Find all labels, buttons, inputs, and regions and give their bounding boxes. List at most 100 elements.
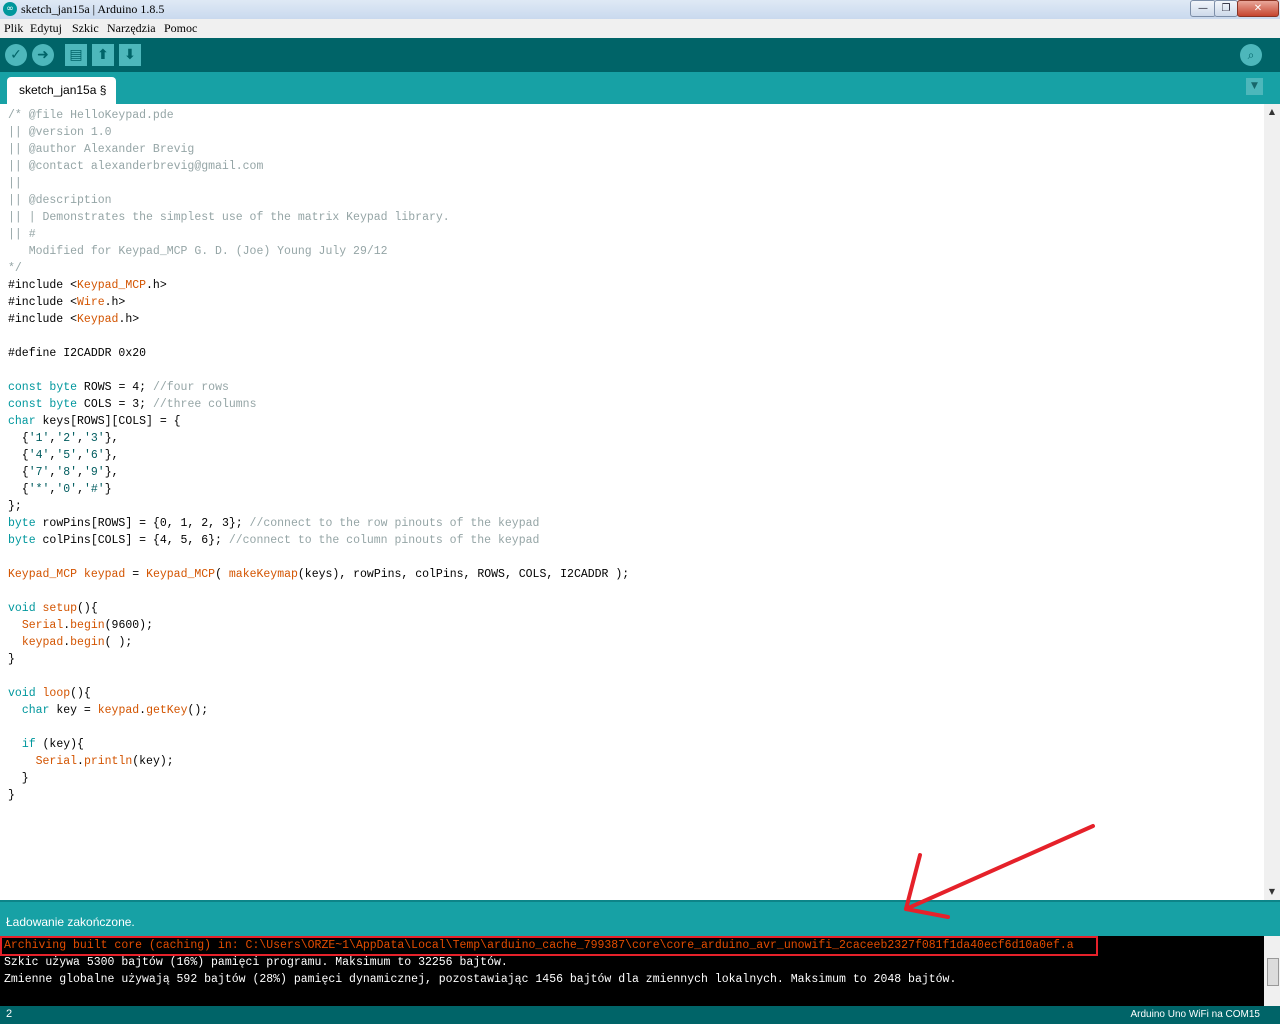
- tab-sketch[interactable]: sketch_jan15a §: [7, 77, 116, 104]
- code-token: makeKeymap: [228, 568, 298, 581]
- code-token: keypad: [21, 636, 64, 649]
- code-token: void: [8, 602, 36, 615]
- code-token: || @contact alexanderbrevig@gmail.com: [8, 160, 264, 173]
- code-token: (keys), rowPins, colPins, ROWS, COLS, I2…: [297, 568, 630, 581]
- menu-bar: Plik Edytuj Szkic Narzędzia Pomoc: [0, 19, 1280, 38]
- code-token: begin: [70, 636, 105, 649]
- tab-menu-icon[interactable]: ▼: [1246, 78, 1263, 95]
- scroll-down-icon[interactable]: ▼: [1264, 884, 1280, 900]
- tab-label: sketch_jan15a §: [19, 83, 107, 97]
- code-token: (){: [70, 687, 91, 700]
- status-bar: Ładowanie zakończone.: [0, 900, 1280, 936]
- console-scroll-thumb[interactable]: [1267, 958, 1279, 986]
- code-token: .: [77, 755, 84, 768]
- code-token: keypad: [83, 568, 126, 581]
- code-token: Keypad: [77, 313, 119, 326]
- code-token: ROWS = 4;: [77, 381, 153, 394]
- code-token: }: [8, 789, 15, 802]
- open-icon[interactable]: ⬆: [92, 44, 114, 66]
- code-token: || @author Alexander Brevig: [8, 143, 195, 156]
- code-editor[interactable]: /* @file HelloKeypad.pde || @version 1.0…: [0, 104, 1264, 900]
- menu-file[interactable]: Plik: [4, 21, 23, 36]
- code-token: //connect to the row pinouts of the keyp…: [249, 517, 540, 530]
- code-token: colPins[COLS] = {4, 5, 6};: [35, 534, 229, 547]
- code-token: byte: [49, 381, 78, 394]
- code-token: Keypad_MCP: [146, 568, 216, 581]
- code-token: key =: [49, 704, 98, 717]
- code-token: (key){: [35, 738, 84, 751]
- arduino-logo-icon: ∞: [3, 2, 17, 16]
- toolbar: ✓ ➜ ▤ ⬆ ⬇ ⌕: [0, 38, 1280, 72]
- save-icon[interactable]: ⬇: [119, 44, 141, 66]
- code-token: const: [8, 381, 43, 394]
- highlight-box: [0, 936, 1098, 956]
- menu-sketch[interactable]: Szkic: [72, 21, 99, 36]
- status-message: Ładowanie zakończone.: [6, 915, 135, 929]
- code-token: #include <: [8, 279, 78, 292]
- code-token: Modified for Keypad_MCP G. D. (Joe) Youn…: [8, 245, 388, 258]
- verify-icon[interactable]: ✓: [5, 44, 27, 66]
- title-bar: ∞ sketch_jan15a | Arduino 1.8.5 — ❐ ✕: [0, 0, 1280, 20]
- code-token: Keypad_MCP: [77, 279, 147, 292]
- serial-monitor-icon[interactable]: ⌕: [1240, 44, 1262, 66]
- menu-tools[interactable]: Narzędzia: [107, 21, 156, 36]
- code-token: {: [8, 432, 29, 445]
- code-token: '2': [56, 432, 78, 445]
- code-token: };: [8, 500, 22, 513]
- tab-bar: sketch_jan15a § ▼: [0, 72, 1280, 104]
- upload-icon[interactable]: ➜: [32, 44, 54, 66]
- new-icon[interactable]: ▤: [65, 44, 87, 66]
- code-token: ,: [77, 466, 84, 479]
- code-token: COLS = 3;: [77, 398, 153, 411]
- code-token: #include <: [8, 313, 78, 326]
- code-text[interactable]: /* @file HelloKeypad.pde || @version 1.0…: [8, 107, 629, 804]
- console-line: Zmienne globalne używają 592 bajtów (28%…: [4, 973, 957, 986]
- code-token: char: [8, 415, 36, 428]
- code-token: }: [8, 772, 29, 785]
- code-token: || @version 1.0: [8, 126, 112, 139]
- code-token: byte: [8, 534, 36, 547]
- code-token: ( );: [104, 636, 133, 649]
- code-token: keys[ROWS][COLS] = {: [35, 415, 181, 428]
- bottom-bar: 2 Arduino Uno WiFi na COM15: [0, 1006, 1280, 1024]
- close-icon[interactable]: ✕: [1237, 0, 1279, 17]
- code-token: //connect to the column pinouts of the k…: [228, 534, 540, 547]
- code-token: Serial: [21, 619, 64, 632]
- minimize-icon[interactable]: —: [1190, 0, 1216, 17]
- code-token: .h>: [146, 279, 167, 292]
- editor-scrollbar[interactable]: ▲ ▼: [1264, 104, 1280, 900]
- code-token: const: [8, 398, 43, 411]
- code-token: ();: [187, 704, 209, 717]
- menu-help[interactable]: Pomoc: [164, 21, 197, 36]
- code-token: '0': [56, 483, 78, 496]
- code-token: ||: [8, 177, 22, 190]
- code-token: (){: [77, 602, 98, 615]
- console-scrollbar[interactable]: [1264, 936, 1280, 1006]
- console-line: Szkic używa 5300 bajtów (16%) pamięci pr…: [4, 956, 508, 969]
- code-token: '4': [28, 449, 50, 462]
- code-token: rowPins[ROWS] = {0, 1, 2, 3};: [35, 517, 250, 530]
- maximize-icon[interactable]: ❐: [1214, 0, 1238, 17]
- code-token: =: [125, 568, 147, 581]
- code-token: {: [8, 449, 29, 462]
- code-token: ,: [77, 483, 84, 496]
- code-token: byte: [8, 517, 36, 530]
- code-token: },: [104, 466, 119, 479]
- code-token: loop: [42, 687, 71, 700]
- code-token: (9600);: [104, 619, 153, 632]
- code-token: },: [104, 432, 119, 445]
- code-token: if: [21, 738, 36, 751]
- code-token: '#': [83, 483, 105, 496]
- code-token: (: [215, 568, 229, 581]
- code-token: '5': [56, 449, 78, 462]
- scroll-up-icon[interactable]: ▲: [1264, 104, 1280, 120]
- code-token: }: [104, 483, 112, 496]
- code-token: */: [8, 262, 22, 275]
- code-token: '9': [83, 466, 105, 479]
- menu-edit[interactable]: Edytuj: [30, 21, 62, 36]
